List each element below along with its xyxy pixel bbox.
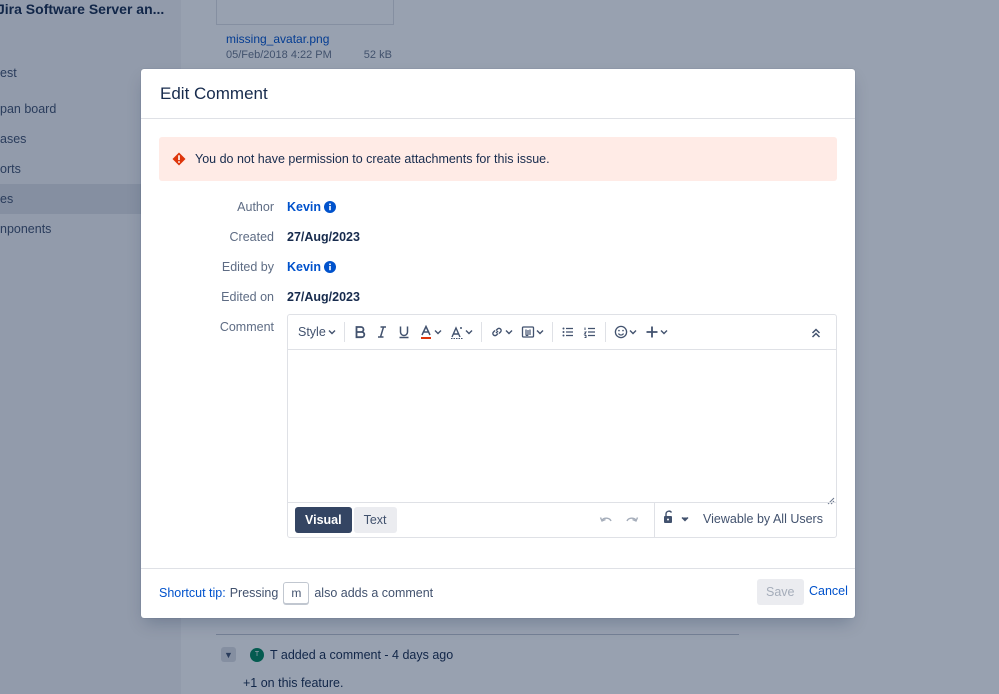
double-chevron-up-icon (811, 328, 821, 338)
created-row: Created 27/Aug/2023 (141, 227, 360, 247)
italic-icon (377, 326, 386, 338)
italic-button[interactable] (371, 319, 393, 345)
undo-redo-group (598, 511, 640, 530)
text-format-icon (450, 326, 463, 339)
created-label: Created (229, 230, 274, 244)
edited-on-row: Edited on 27/Aug/2023 (141, 287, 360, 307)
edited-on-value: 27/Aug/2023 (287, 290, 360, 304)
error-icon (172, 152, 186, 166)
more-formatting-button[interactable] (446, 319, 477, 345)
author-label: Author (237, 200, 274, 214)
info-icon[interactable] (324, 261, 337, 273)
toolbar-separator (343, 322, 345, 342)
text-color-button[interactable] (415, 319, 446, 345)
chevron-down-icon (434, 328, 442, 336)
error-message: You do not have permission to create att… (195, 152, 550, 166)
dialog-title: Edit Comment (160, 83, 268, 103)
link-icon (492, 327, 502, 337)
created-value: 27/Aug/2023 (287, 230, 360, 244)
edited-on-label: Edited on (221, 290, 274, 304)
emoji-button[interactable] (610, 319, 641, 345)
edited-by-label: Edited by (221, 260, 274, 274)
bold-icon (355, 326, 365, 339)
comment-label: Comment (219, 320, 274, 334)
numbered-list-button[interactable] (579, 319, 601, 345)
footer-separator (654, 503, 655, 537)
underline-button[interactable] (393, 319, 415, 345)
visual-mode-tab[interactable]: Visual (295, 507, 352, 533)
save-button[interactable]: Save (757, 579, 804, 605)
toolbar-separator (480, 322, 482, 342)
visibility-label: Viewable by All Users (703, 511, 823, 526)
shortcut-tip: Shortcut tip: Pressing m also adds a com… (159, 582, 433, 604)
shortcut-suffix: also adds a comment (314, 586, 434, 600)
editor-footer: Visual Text Viewable by All Users (288, 502, 836, 537)
visibility-selector[interactable]: Viewable by All Users (663, 510, 823, 527)
chevron-down-icon (536, 328, 544, 336)
collapse-toolbar-button[interactable] (806, 320, 826, 346)
bold-button[interactable] (349, 319, 371, 345)
unlock-icon[interactable] (663, 510, 675, 527)
style-dropdown[interactable]: Style (294, 319, 340, 345)
text-mode-tab[interactable]: Text (353, 507, 397, 533)
undo-icon[interactable] (598, 511, 614, 530)
author-row: Author Kevin (141, 197, 337, 217)
insert-more-button[interactable] (641, 319, 672, 345)
chevron-down-icon[interactable] (681, 515, 689, 523)
toolbar-separator (604, 322, 606, 342)
shortcut-key: m (283, 582, 310, 604)
bullet-list-button[interactable] (557, 319, 579, 345)
style-label: Style (298, 325, 326, 339)
toolbar-separator (551, 322, 553, 342)
editor-toolbar: Style (288, 315, 836, 350)
bullet-list-icon (562, 327, 573, 337)
error-banner: You do not have permission to create att… (159, 137, 837, 181)
link-button[interactable] (486, 319, 517, 345)
comment-editor: Style Visual Text Viewable by All Users (287, 314, 837, 538)
shortcut-pressing: Pressing (229, 586, 279, 600)
chevron-down-icon (660, 328, 668, 336)
attachment-button[interactable] (517, 319, 548, 345)
resize-handle[interactable] (827, 493, 835, 505)
plus-icon (646, 326, 658, 338)
underline-icon (399, 326, 409, 339)
chevron-down-icon (465, 328, 473, 336)
edited-by-value[interactable]: Kevin (287, 260, 337, 274)
info-icon[interactable] (324, 201, 337, 213)
chevron-down-icon (505, 328, 513, 336)
cancel-button[interactable]: Cancel (809, 584, 848, 598)
author-name[interactable]: Kevin (287, 200, 321, 214)
dialog-footer: Shortcut tip: Pressing m also adds a com… (141, 568, 855, 618)
edited-by-row: Edited by Kevin (141, 257, 337, 277)
redo-icon[interactable] (624, 511, 640, 530)
comment-textarea[interactable] (288, 350, 836, 502)
chevron-down-icon (629, 328, 637, 336)
shortcut-tip-label[interactable]: Shortcut tip: (159, 586, 226, 600)
text-color-icon (420, 325, 431, 339)
attachment-icon (521, 326, 534, 338)
edit-comment-dialog: Edit Comment You do not have permission … (141, 69, 855, 618)
author-value[interactable]: Kevin (287, 200, 337, 214)
emoji-icon (614, 325, 628, 339)
chevron-down-icon (328, 328, 336, 336)
numbered-list-icon (583, 327, 595, 338)
dialog-header: Edit Comment (141, 69, 855, 119)
edited-by-name[interactable]: Kevin (287, 260, 321, 274)
